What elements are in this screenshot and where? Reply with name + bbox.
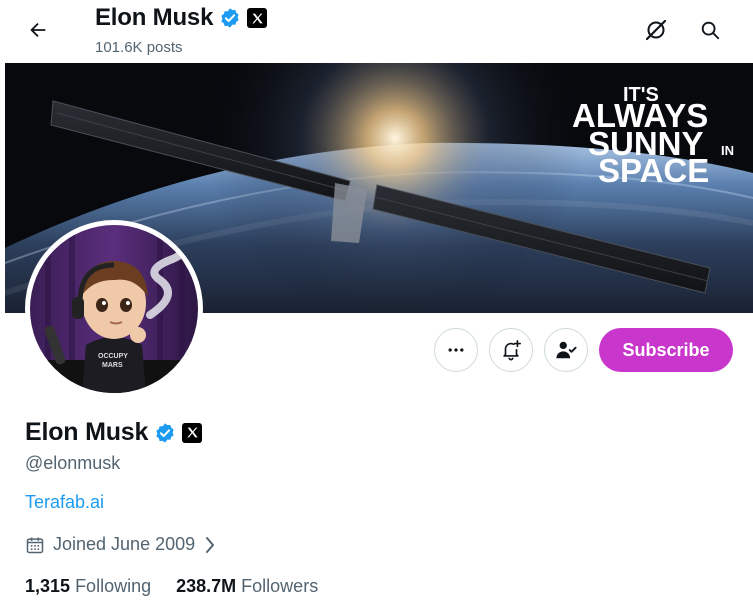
following-count: 1,315: [25, 576, 71, 596]
subscribe-button[interactable]: Subscribe: [599, 328, 733, 372]
follow-stats: 1,315 Following 238.7M Followers: [25, 576, 318, 597]
followers-stat[interactable]: 238.7M Followers: [176, 576, 318, 597]
profile-name-row: Elon Musk: [25, 418, 203, 447]
avatar-border: OCCUPY MARS: [25, 220, 203, 398]
search-button[interactable]: [692, 12, 728, 48]
arrow-left-icon: [30, 22, 46, 38]
grok-button[interactable]: [638, 12, 674, 48]
joined-date: Joined June 2009: [53, 534, 196, 554]
following-label: Following: [75, 576, 152, 596]
joined-date-row[interactable]: Joined June 2009: [25, 534, 217, 555]
bell-plus-icon: [503, 340, 521, 361]
followers-count: 238.7M: [176, 576, 237, 596]
header-name: Elon Musk: [95, 4, 214, 31]
following-stat[interactable]: 1,315 Following: [25, 576, 151, 597]
notifications-button[interactable]: [489, 328, 533, 372]
chevron-right-icon: [206, 536, 215, 553]
verified-badge-icon: [221, 8, 239, 28]
back-button[interactable]: [20, 12, 56, 48]
profile-website-link[interactable]: Terafab.ai: [25, 492, 104, 513]
banner-text-space: SPACE: [598, 152, 709, 189]
header-title-row: Elon Musk: [95, 4, 268, 32]
verified-badge-icon[interactable]: [154, 422, 176, 444]
avatar-shirt-line1: OCCUPY: [98, 353, 128, 360]
search-icon: [701, 21, 720, 40]
header-posts-count: 101.6K posts: [95, 39, 183, 56]
profile-handle: @elonmusk: [25, 453, 121, 473]
following-button[interactable]: [544, 328, 588, 372]
banner-text-in: IN: [721, 143, 734, 158]
avatar-shirt-line2: MARS: [102, 362, 123, 369]
grok-icon: [645, 19, 667, 41]
person-check-icon: [556, 341, 577, 359]
followers-label: Followers: [241, 576, 319, 596]
top-bar: Elon Musk 101.6K posts: [0, 0, 753, 62]
more-dots-icon: [448, 348, 464, 352]
x-logo-icon: [247, 8, 268, 28]
calendar-icon: [26, 537, 44, 553]
avatar[interactable]: OCCUPY MARS: [30, 225, 198, 393]
x-logo-icon[interactable]: [182, 422, 203, 443]
profile-name: Elon Musk: [25, 418, 149, 446]
more-button[interactable]: [434, 328, 478, 372]
